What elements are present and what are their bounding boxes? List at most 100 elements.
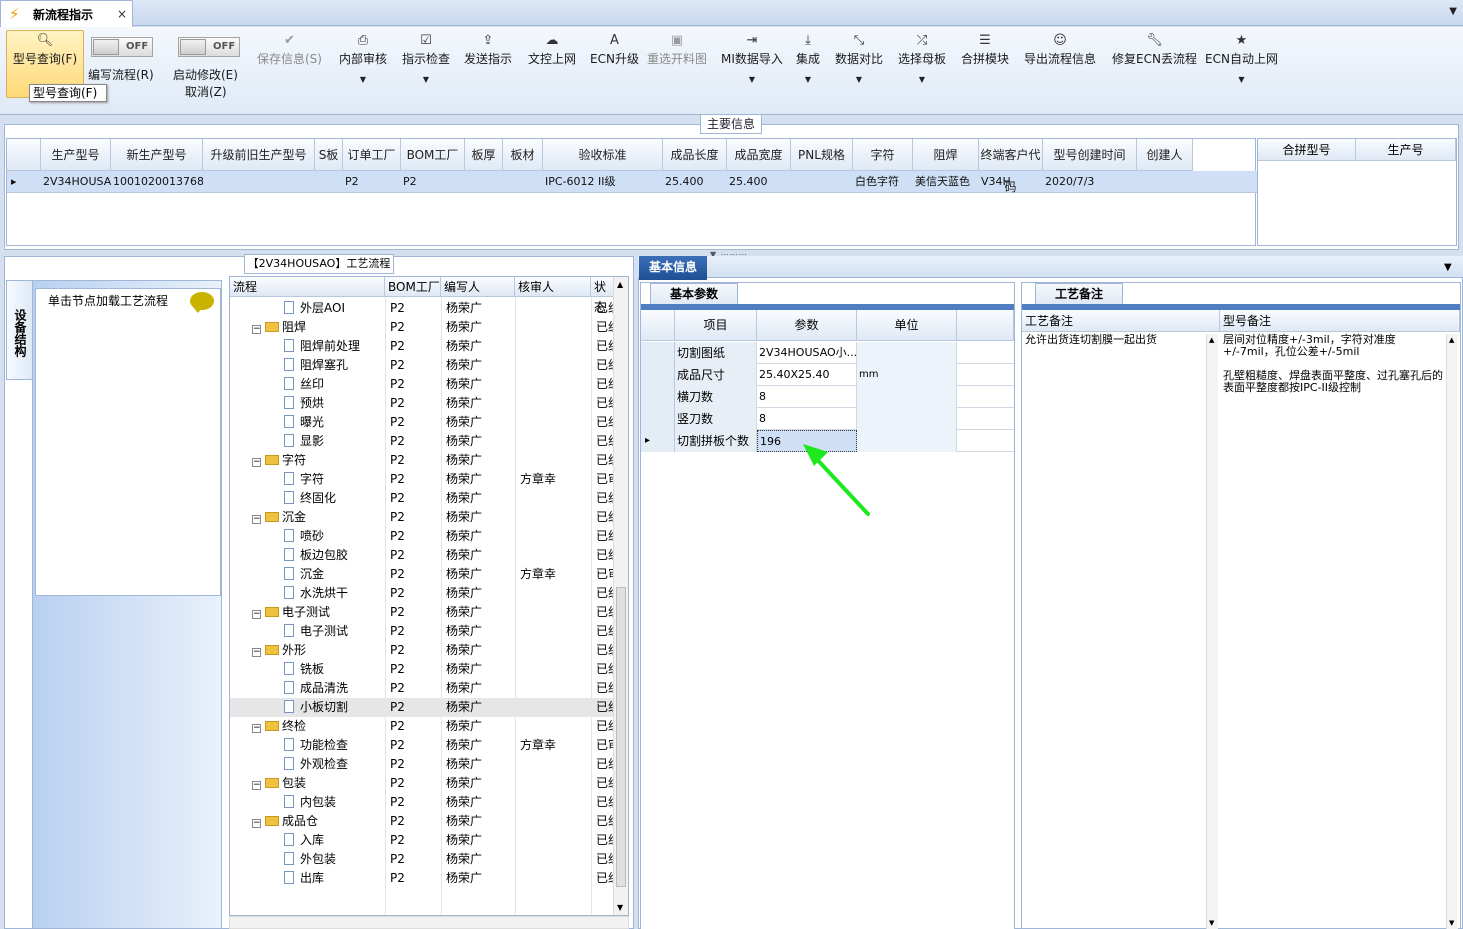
flow-name-cell[interactable]: − 沉金 xyxy=(252,508,392,527)
ecn-auto-upload-button[interactable]: ★ ECN自动上网 ▼ xyxy=(1205,31,1278,101)
collapse-toggle-icon[interactable]: − xyxy=(252,819,261,828)
chevron-down-icon[interactable]: ▼ xyxy=(805,75,811,84)
flow-column-header[interactable]: 流程 xyxy=(230,277,385,297)
table-cell[interactable]: 2020/7/3 xyxy=(1043,171,1137,193)
instruction-check-button[interactable]: ☑ 指示检查 ▼ xyxy=(402,31,450,101)
table-cell[interactable]: 10010200137684 xyxy=(111,171,203,193)
flow-row-step[interactable]: 曝光P2杨荣广已组 xyxy=(230,413,616,432)
flow-row-step[interactable]: 入库P2杨荣广已组 xyxy=(230,831,616,850)
equipment-tree[interactable] xyxy=(35,288,221,596)
select-mother-board-button[interactable]: ⤮ 选择母板 ▼ xyxy=(898,31,946,101)
collapse-toggle-icon[interactable]: − xyxy=(252,610,261,619)
chevron-down-icon[interactable]: ▼ xyxy=(1444,262,1452,273)
flow-column-header[interactable]: BOM工厂 xyxy=(385,277,441,297)
flow-horizontal-scrollbar[interactable] xyxy=(229,916,629,929)
collapse-toggle-icon[interactable]: − xyxy=(252,781,261,790)
merge-module-button[interactable]: ☰ 合拼模块 xyxy=(961,31,1009,101)
flow-row-step[interactable]: 外层AOIP2杨荣广已组 xyxy=(230,299,616,318)
flow-row-group[interactable]: −终检P2杨荣广已组 xyxy=(230,717,616,736)
flow-row-step[interactable]: 功能检查P2杨荣广方章幸已审 xyxy=(230,736,616,755)
table-cell[interactable]: 25.400 xyxy=(663,171,727,193)
flow-column-header[interactable]: 核审人 xyxy=(515,277,591,297)
start-modify-toggle[interactable]: OFF xyxy=(178,37,240,57)
param-unit-cell[interactable] xyxy=(857,342,957,364)
tab-new-flow-instruction[interactable]: ⚡ 新流程指示 × xyxy=(0,0,133,27)
process-note-text[interactable]: 允许出货连切割膜一起出货 xyxy=(1025,334,1205,346)
params-grid[interactable]: 项目 参数 单位 切割图纸 2V34HOUSAO小... 成品尺寸 25.40X25.40 m… xyxy=(641,310,1014,929)
table-cell[interactable] xyxy=(503,171,543,193)
flow-row-group[interactable]: −外形P2杨荣广已组 xyxy=(230,641,616,660)
export-flow-button[interactable]: ☺ 导出流程信息 xyxy=(1024,31,1096,101)
collapse-toggle-icon[interactable]: − xyxy=(252,648,261,657)
flow-row-group[interactable]: −成品仓P2杨荣广已组 xyxy=(230,812,616,831)
flow-row-step[interactable]: 终固化P2杨荣广已组 xyxy=(230,489,616,508)
column-header[interactable]: 成品长度 xyxy=(663,139,727,171)
flow-row-step[interactable]: 显影P2杨荣广已组 xyxy=(230,432,616,451)
flow-row-step[interactable]: 出库P2杨荣广已组 xyxy=(230,869,616,888)
column-header[interactable]: 型号创建时间 xyxy=(1043,139,1137,171)
param-value-cell[interactable]: 2V34HOUSAO小... xyxy=(757,342,857,364)
flow-row-step[interactable]: 电子测试P2杨荣广已组 xyxy=(230,622,616,641)
column-header[interactable]: 新生产型号 xyxy=(111,139,203,171)
flow-tree-grid[interactable]: 流程BOM工厂编写人核审人状态外层AOIP2杨荣广已组−阻焊P2杨荣广已组阻焊前… xyxy=(229,276,629,916)
tab-basic-params[interactable]: 基本参数 xyxy=(650,283,738,305)
param-unit-cell[interactable] xyxy=(857,408,957,430)
flow-row-step[interactable]: 阻焊前处理P2杨荣广已组 xyxy=(230,337,616,356)
flow-row-step[interactable]: 板边包胶P2杨荣广已组 xyxy=(230,546,616,565)
flow-vertical-scrollbar[interactable]: ▲ ▼ xyxy=(613,277,628,915)
table-cell[interactable] xyxy=(203,171,315,193)
model-note-text[interactable]: 层间对位精度+/-3mil，字符对准度+/-7mil，孔位公差+/-5mil 孔… xyxy=(1223,334,1445,394)
table-cell[interactable] xyxy=(791,171,853,193)
table-cell[interactable]: 25.400 xyxy=(727,171,791,193)
column-header[interactable]: 板材 xyxy=(503,139,543,171)
param-value-cell[interactable]: 8 xyxy=(757,386,857,408)
table-cell[interactable]: P2 xyxy=(343,171,401,193)
chevron-down-icon[interactable]: ▼ xyxy=(856,75,862,84)
params-column-header[interactable]: 单位 xyxy=(857,310,957,341)
flow-name-cell[interactable]: − 电子测试 xyxy=(252,603,392,622)
collapse-toggle-icon[interactable]: − xyxy=(252,458,261,467)
repair-ecn-button[interactable]: 🔧︎ 修复ECN丢流程 xyxy=(1112,31,1197,101)
params-row[interactable]: 竖刀数 8 xyxy=(641,408,1014,430)
column-header[interactable]: 成品宽度 xyxy=(727,139,791,171)
params-row[interactable]: 切割图纸 2V34HOUSAO小... xyxy=(641,342,1014,364)
flow-row-step[interactable]: 铣板P2杨荣广已组 xyxy=(230,660,616,679)
flow-row-step[interactable]: 内包装P2杨荣广已组 xyxy=(230,793,616,812)
flow-row-step[interactable]: 小板切割P2杨荣广已组 xyxy=(230,698,616,717)
close-icon[interactable]: × xyxy=(117,7,127,21)
flow-row-step[interactable]: 外观检查P2杨荣广已组 xyxy=(230,755,616,774)
table-cell[interactable]: IPC-6012 II级 xyxy=(543,171,663,193)
column-header[interactable]: 生产型号 xyxy=(41,139,111,171)
flow-row-group[interactable]: −包装P2杨荣广已组 xyxy=(230,774,616,793)
merge-column-header[interactable]: 合拼型号 xyxy=(1258,139,1356,161)
table-cell[interactable]: 美信天蓝色 xyxy=(913,171,979,193)
flow-name-cell[interactable]: − 字符 xyxy=(252,451,392,470)
param-value-cell[interactable]: 25.40X25.40 xyxy=(757,364,857,386)
table-cell[interactable] xyxy=(315,171,343,193)
column-header[interactable]: 板厚 xyxy=(465,139,503,171)
cancel-button[interactable]: 取消(Z) xyxy=(185,83,227,100)
tab-basic-info[interactable]: 基本信息 xyxy=(639,256,707,280)
flow-row-step[interactable]: 预烘P2杨荣广已组 xyxy=(230,394,616,413)
chevron-down-icon[interactable]: ▼ xyxy=(360,75,366,84)
column-header[interactable]: 订单工厂 xyxy=(343,139,401,171)
params-column-header[interactable]: 项目 xyxy=(675,310,757,341)
flow-row-step[interactable]: 外包装P2杨荣广已组 xyxy=(230,850,616,869)
param-value-cell[interactable]: 8 xyxy=(757,408,857,430)
flow-row-step[interactable]: 成品清洗P2杨荣广已组 xyxy=(230,679,616,698)
flow-name-cell[interactable]: − 阻焊 xyxy=(252,318,392,337)
flow-row-group[interactable]: −电子测试P2杨荣广已组 xyxy=(230,603,616,622)
main-info-grid[interactable]: ▸ 生产型号2V34HOUSAO新生产型号10010200137684升级前旧生产… xyxy=(6,138,1257,246)
collapse-toggle-icon[interactable]: − xyxy=(252,724,261,733)
merge-column-header[interactable]: 生产号 xyxy=(1356,139,1456,161)
chevron-down-icon[interactable]: ▼ xyxy=(423,75,429,84)
flow-row-group[interactable]: −阻焊P2杨荣广已组 xyxy=(230,318,616,337)
column-header[interactable]: BOM工厂 xyxy=(401,139,465,171)
table-cell[interactable] xyxy=(1137,171,1193,193)
collapse-toggle-icon[interactable]: − xyxy=(252,325,261,334)
flow-column-header[interactable]: 编写人 xyxy=(441,277,515,297)
chevron-down-icon[interactable]: ▼ xyxy=(749,75,755,84)
flow-row-group[interactable]: −沉金P2杨荣广已组 xyxy=(230,508,616,527)
table-cell[interactable]: P2 xyxy=(401,171,465,193)
column-header[interactable]: 终端客户代码 xyxy=(979,139,1043,194)
